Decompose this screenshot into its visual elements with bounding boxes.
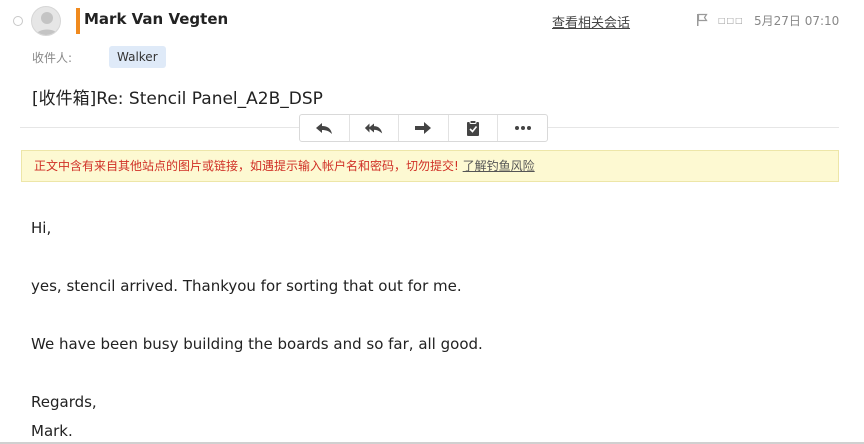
clipboard-icon xyxy=(467,120,480,136)
related-conversation-link[interactable]: 查看相关会话 xyxy=(552,12,630,31)
recipient-label: 收件人: xyxy=(32,51,73,65)
recipient-chip[interactable]: Walker xyxy=(109,46,166,68)
more-button[interactable] xyxy=(498,115,547,141)
forward-icon xyxy=(415,122,432,134)
warning-text: 正文中含有来自其他站点的图片或链接，如遇提示输入帐户名和密码，切勿提交! xyxy=(34,159,463,173)
phishing-risk-link[interactable]: 了解钓鱼风险 xyxy=(463,159,535,173)
email-subject: [收件箱]Re: Stencil Panel_A2B_DSP xyxy=(32,89,323,109)
body-line: Hi, xyxy=(31,219,52,237)
forward-button[interactable] xyxy=(399,115,449,141)
person-icon xyxy=(35,12,59,35)
reply-button[interactable] xyxy=(300,115,350,141)
sender-name[interactable]: Mark Van Vegten xyxy=(84,10,228,28)
phishing-warning-bar: 正文中含有来自其他站点的图片或链接，如遇提示输入帐户名和密码，切勿提交! 了解钓… xyxy=(21,150,839,182)
avatar xyxy=(31,6,61,36)
task-button[interactable] xyxy=(449,115,499,141)
body-line: We have been busy building the boards an… xyxy=(31,335,483,353)
reply-all-button[interactable] xyxy=(350,115,400,141)
body-line: Regards, xyxy=(31,393,97,411)
reply-all-icon xyxy=(364,123,383,134)
sender-accent-bar xyxy=(76,8,80,34)
action-toolbar xyxy=(299,114,548,142)
flag-icon[interactable] xyxy=(696,13,708,27)
date-text: 5月27日 07:10 xyxy=(754,14,840,28)
body-line: yes, stencil arrived. Thankyou for sorti… xyxy=(31,277,462,295)
more-icon xyxy=(514,126,531,130)
status-squares: □□□ xyxy=(718,16,744,25)
body-line: Mark. xyxy=(31,422,73,440)
reply-icon xyxy=(316,123,333,134)
select-radio[interactable] xyxy=(13,16,23,26)
